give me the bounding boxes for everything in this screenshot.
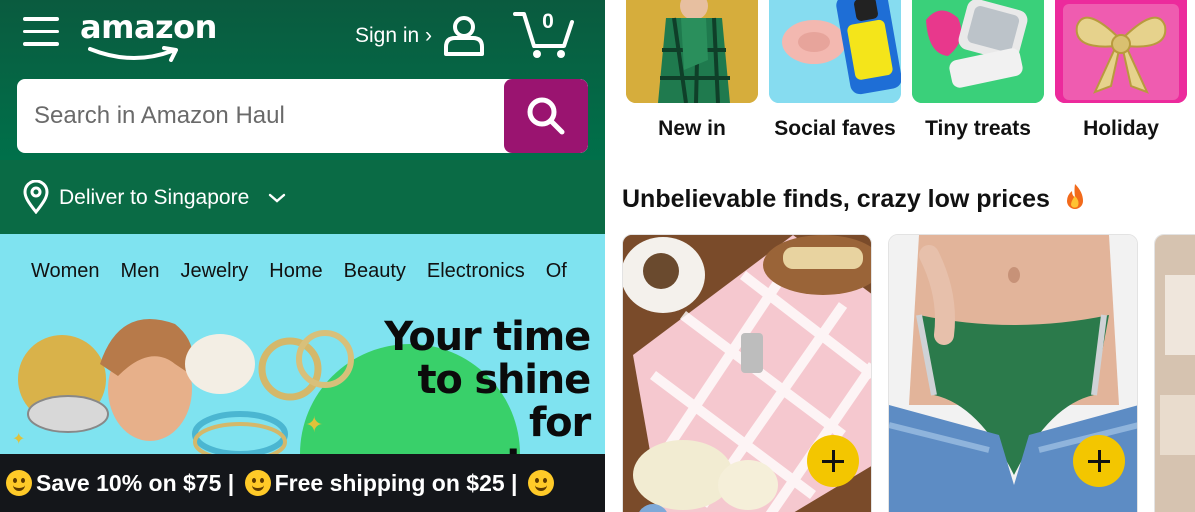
right-panel: New in Social faves Tiny treats Holiday …	[605, 0, 1195, 512]
amazon-logo[interactable]: amazon	[80, 8, 217, 46]
nav-link-beauty[interactable]: Beauty	[344, 260, 406, 282]
category-label: New in	[658, 117, 726, 140]
svg-text:✦: ✦	[12, 431, 25, 448]
product-card-green-underwear[interactable]	[888, 234, 1138, 512]
promo-banner[interactable]: Women Men Jewelry Home Beauty Electronics Of ✦…	[0, 234, 605, 454]
category-tiny-treats[interactable]: Tiny treats	[911, 0, 1045, 141]
makeup-mirror-image	[912, 0, 1044, 103]
promo-save-text: Save 10% on $75 |	[36, 470, 235, 496]
search-icon	[527, 97, 565, 135]
category-new-in[interactable]: New in	[625, 0, 759, 141]
deliver-label: Deliver to Singapore	[59, 186, 250, 209]
banner-headline: Your time to shine for way less	[384, 314, 591, 455]
fire-icon	[1066, 184, 1083, 209]
category-nav: Women Men Jewelry Home Beauty Electronics Of	[31, 260, 588, 283]
shocked-emoji-icon	[527, 470, 554, 496]
nav-link-women[interactable]: Women	[31, 260, 100, 282]
search-button[interactable]	[504, 79, 588, 153]
phone-case-image	[769, 0, 901, 103]
top-bar: amazon Sign in › 0	[0, 0, 605, 160]
category-holiday[interactable]: Holiday	[1054, 0, 1188, 141]
scarf-model-image	[626, 0, 758, 103]
section-title: Unbelievable finds, crazy low prices	[622, 182, 1087, 214]
nav-link-offers[interactable]: Of	[546, 260, 567, 282]
cart-count: 0	[542, 10, 554, 33]
gold-bow-image	[1055, 0, 1187, 103]
category-social-faves[interactable]: Social faves	[768, 0, 902, 141]
product-image-partial	[1155, 235, 1195, 512]
promo-shipping-text: Free shipping on $25 |	[274, 470, 518, 496]
nav-link-electronics[interactable]: Electronics	[427, 260, 525, 282]
nav-link-jewelry[interactable]: Jewelry	[180, 260, 248, 282]
cart-button[interactable]: 0	[512, 8, 584, 65]
promo-strip[interactable]: Save 10% on $75 | Free shipping on $25 |	[0, 454, 605, 512]
category-label: Tiny treats	[925, 117, 1031, 140]
left-panel: amazon Sign in › 0 Search in Amazon Haul…	[0, 0, 605, 512]
add-to-cart-button[interactable]	[807, 435, 859, 487]
star-struck-emoji-icon	[6, 470, 32, 496]
category-label: Holiday	[1083, 117, 1159, 140]
search-bar	[17, 79, 588, 153]
logo-smile-icon	[88, 46, 178, 62]
add-to-cart-button[interactable]	[1073, 435, 1125, 487]
search-input[interactable]	[17, 79, 504, 153]
nav-link-men[interactable]: Men	[121, 260, 160, 282]
user-icon[interactable]	[442, 14, 486, 58]
product-card-partial[interactable]	[1154, 234, 1195, 512]
location-pin-icon	[23, 180, 49, 214]
deliver-bar[interactable]: Deliver to Singapore	[0, 160, 605, 234]
category-label: Social faves	[774, 117, 896, 140]
svg-text:✦: ✦	[305, 412, 323, 437]
product-card-table-runner[interactable]	[622, 234, 872, 512]
nav-link-home[interactable]: Home	[269, 260, 322, 282]
sign-in-link[interactable]: Sign in ›	[355, 24, 432, 48]
menu-icon[interactable]	[23, 17, 59, 49]
smiley-emoji-icon	[244, 470, 271, 496]
chevron-down-icon	[268, 193, 286, 203]
